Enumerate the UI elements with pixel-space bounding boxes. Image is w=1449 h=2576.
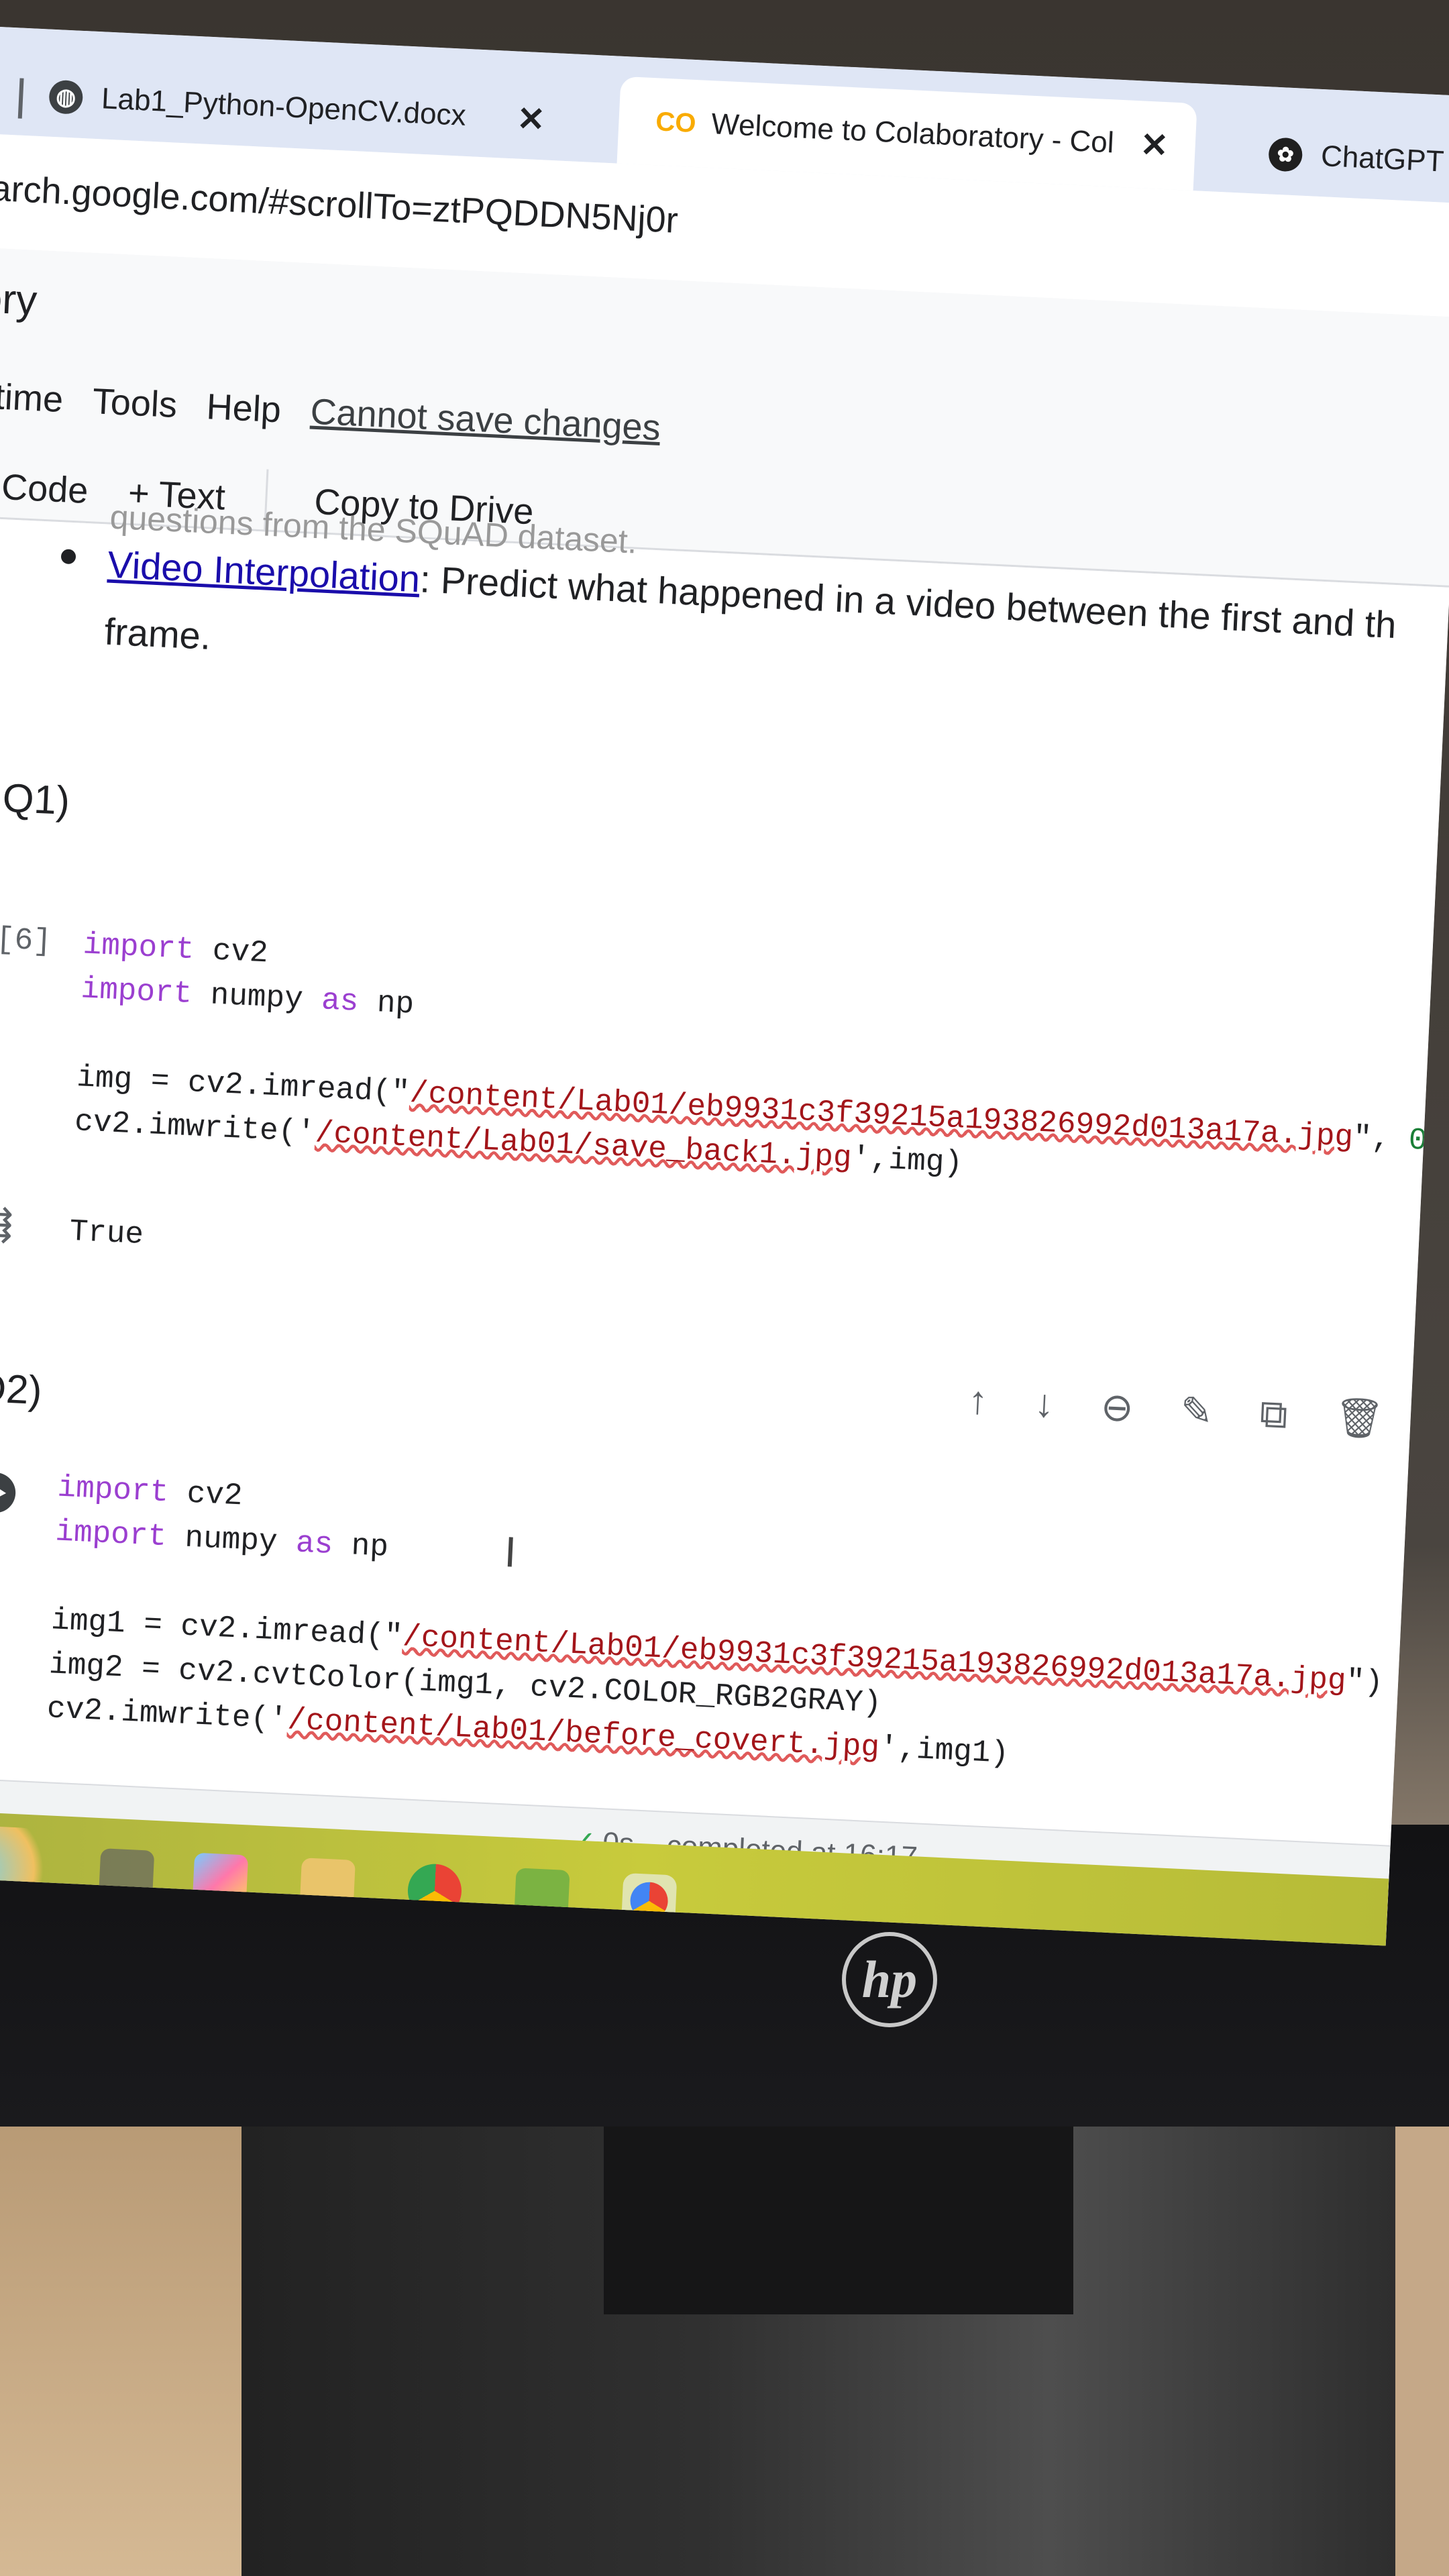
code-text: cv2.imwrite(': [74, 1104, 317, 1150]
code-text: numpy: [191, 977, 323, 1018]
cell1-output: True: [68, 1214, 145, 1253]
code-text: img1 = cv2.imread(": [50, 1603, 404, 1654]
heading-q1: Q1): [1, 775, 71, 824]
cell-toolbar: ↑ ↓ ⊖ ✎ ⧉ 🗑: [967, 1377, 1385, 1442]
desk-surface-left: [0, 2120, 282, 2576]
cell1-exec-count[interactable]: [6]: [0, 922, 52, 959]
cell2-code[interactable]: import cv2 import numpy as np img1 = cv2…: [46, 1466, 1391, 1794]
keyword: import: [54, 1514, 168, 1555]
menu-runtime[interactable]: ntime: [0, 375, 64, 421]
keyword: as: [320, 983, 360, 1020]
code-text: np: [331, 1527, 390, 1565]
menu-tools[interactable]: Tools: [92, 380, 178, 426]
code-text: ",: [1352, 1120, 1410, 1158]
link-icon[interactable]: ⊖: [1099, 1384, 1135, 1431]
bullet-dot: [60, 549, 76, 565]
url-text[interactable]: arch.google.com/#scrollTo=ztPQDDN5Nj0r: [0, 168, 679, 241]
mirror-cell-icon[interactable]: ⧉: [1258, 1391, 1289, 1438]
tab-label: Welcome to Colaboratory - Col: [710, 107, 1115, 160]
menu-help[interactable]: Help: [205, 386, 282, 431]
text-cursor-icon: I: [503, 1527, 518, 1576]
delete-icon[interactable]: 🗑: [1334, 1395, 1385, 1442]
keyword: import: [56, 1470, 170, 1511]
edit-icon[interactable]: ✎: [1179, 1387, 1214, 1434]
close-icon[interactable]: ✕: [1139, 125, 1169, 165]
colab-logo-icon: CO: [655, 106, 697, 138]
code-text: ',img1): [878, 1730, 1010, 1772]
tab-label: ChatGPT: [1320, 140, 1445, 178]
code-text: np: [358, 984, 415, 1022]
keyword: import: [82, 927, 195, 968]
cell1-code[interactable]: import cv2 import numpy as np img = cv2.…: [74, 922, 1449, 1208]
cannot-save-warning-link[interactable]: Cannot save changes: [309, 391, 661, 449]
move-up-icon[interactable]: ↑: [967, 1377, 989, 1424]
hp-logo: hp: [842, 1932, 937, 2027]
code-text: cv2: [193, 932, 269, 971]
notebook-content: questions from the SQuAD dataset. Video …: [0, 498, 1449, 1941]
code-text: cv2.imwrite(': [46, 1691, 288, 1738]
openai-logo-icon: ✿: [1268, 137, 1303, 172]
bullet-text-continued: frame.: [103, 610, 212, 657]
menu-bar: ntime Tools Help Cannot save changes: [0, 375, 661, 449]
video-interpolation-link[interactable]: Video Interpolation: [107, 543, 421, 600]
code-text: cv2: [167, 1475, 244, 1514]
run-cell-button[interactable]: [0, 1471, 17, 1514]
code-text: "): [1345, 1664, 1384, 1701]
output-toggle-icon[interactable]: ⇶: [0, 1202, 14, 1246]
keyword: as: [294, 1525, 334, 1562]
code-text: img = cv2.imread(": [76, 1060, 411, 1111]
keyword: import: [80, 971, 193, 1012]
tab-chatgpt[interactable]: ✿ ChatGPT: [1227, 112, 1449, 204]
code-text: ',img): [851, 1140, 964, 1181]
globe-icon: ◍: [48, 79, 84, 115]
add-code-button[interactable]: + Code: [0, 465, 89, 512]
notebook-title[interactable]: ory: [0, 274, 38, 325]
code-text: numpy: [165, 1519, 297, 1561]
monitor-screen: ◍ Lab1_Python-OpenCV.docx ✕ CO Welcome t…: [0, 26, 1449, 1946]
tab-label: Lab1_Python-OpenCV.docx: [101, 82, 467, 132]
move-down-icon[interactable]: ↓: [1034, 1381, 1055, 1427]
heading-q2: Q2): [0, 1364, 44, 1413]
close-icon[interactable]: ✕: [516, 99, 546, 140]
